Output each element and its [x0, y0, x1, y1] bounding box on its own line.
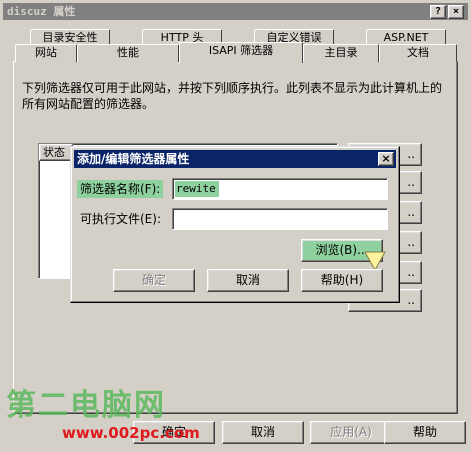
- list-header-status[interactable]: 状态: [39, 144, 73, 161]
- filter-description: 下列筛选器仅可用于此网站，并按下列顺序执行。此列表不显示为此计算机上的所有网站配…: [22, 81, 443, 111]
- tab-home-directory[interactable]: 主目录: [303, 44, 379, 62]
- dialog-help-button[interactable]: 帮助(H): [301, 269, 383, 292]
- watermark-logo: 第二电脑网: [6, 388, 166, 423]
- help-question-button[interactable]: ?: [430, 5, 446, 19]
- tab-performance[interactable]: 性能: [77, 44, 179, 62]
- executable-label: 可执行文件(E):: [80, 212, 161, 226]
- filter-name-field[interactable]: rewite: [172, 178, 388, 200]
- tab-isapi-filters[interactable]: ISAPI 筛选器: [179, 42, 303, 63]
- apply-button[interactable]: 应用(A): [310, 421, 392, 444]
- help-button[interactable]: 帮助: [384, 421, 466, 444]
- dialog-titlebar[interactable]: 添加/编辑筛选器属性 ×: [74, 150, 396, 168]
- dialog-close-button[interactable]: ×: [378, 152, 394, 166]
- filter-name-label: 筛选器名称(F):: [77, 180, 164, 198]
- filter-name-value: rewite: [175, 181, 219, 197]
- window-close-button[interactable]: ×: [448, 5, 464, 19]
- tab-documents[interactable]: 文档: [379, 44, 457, 62]
- executable-field[interactable]: [172, 208, 388, 230]
- dialog-cancel-button[interactable]: 取消: [207, 269, 289, 292]
- window-title: discuz 属性: [7, 5, 76, 18]
- tab-website[interactable]: 网站: [15, 44, 77, 62]
- window-titlebar[interactable]: discuz 属性 ? ×: [3, 3, 468, 20]
- watermark-url: www.002pc.com: [62, 424, 200, 442]
- add-edit-filter-dialog: 添加/编辑筛选器属性 × 筛选器名称(F): rewite 可执行文件(E): …: [70, 146, 400, 303]
- dialog-title: 添加/编辑筛选器属性: [77, 152, 190, 166]
- cancel-button[interactable]: 取消: [222, 421, 304, 444]
- dialog-ok-button[interactable]: 确定: [113, 269, 195, 292]
